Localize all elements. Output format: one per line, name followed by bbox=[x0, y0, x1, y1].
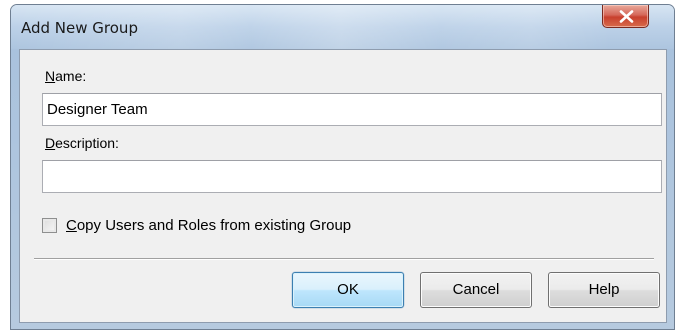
copy-users-roles-label[interactable]: Copy Users and Roles from existing Group bbox=[66, 217, 351, 234]
dialog-title: Add New Group bbox=[21, 19, 138, 37]
add-new-group-dialog: Add New Group Name: Description: Copy Us… bbox=[10, 4, 675, 330]
separator bbox=[34, 258, 654, 260]
help-button[interactable]: Help bbox=[548, 272, 660, 308]
dialog-client-area: Name: Description: Copy Users and Roles … bbox=[19, 49, 667, 323]
title-bar[interactable]: Add New Group bbox=[11, 5, 674, 49]
description-label: Description: bbox=[45, 135, 119, 151]
name-label: Name: bbox=[45, 68, 87, 84]
close-x-icon bbox=[619, 10, 634, 23]
name-field[interactable] bbox=[42, 93, 662, 126]
close-button[interactable] bbox=[602, 5, 649, 28]
copy-users-roles-checkbox[interactable] bbox=[42, 218, 57, 233]
description-field[interactable] bbox=[42, 160, 662, 193]
ok-button[interactable]: OK bbox=[292, 272, 404, 308]
cancel-button[interactable]: Cancel bbox=[420, 272, 532, 308]
